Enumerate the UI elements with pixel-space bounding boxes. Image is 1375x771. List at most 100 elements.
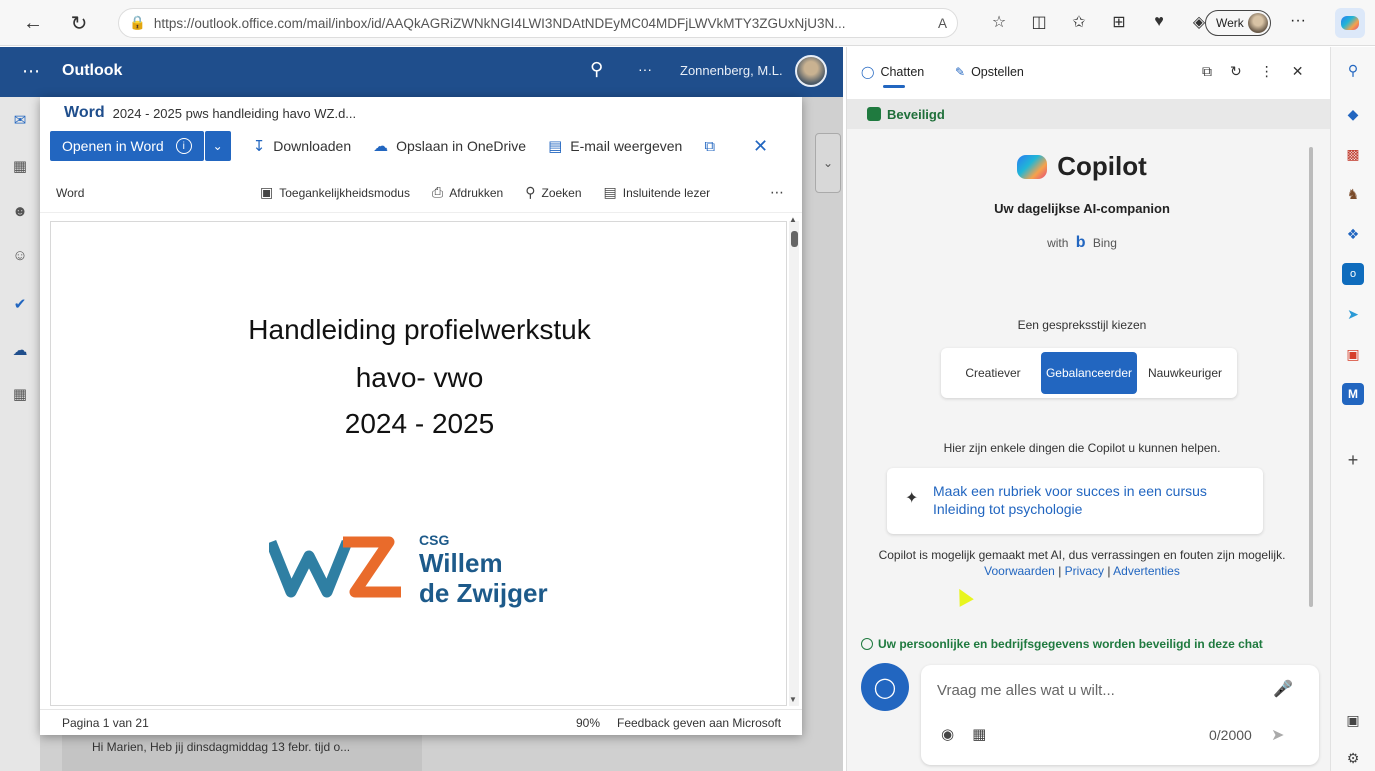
m-app-icon[interactable]: M	[1342, 383, 1364, 405]
char-counter: 0/2000	[1209, 727, 1252, 743]
copilot-name: Copilot	[1057, 151, 1147, 181]
sidebar-layout-icon[interactable]: ▣	[1342, 709, 1364, 731]
scrollbar-thumb[interactable]	[791, 231, 798, 247]
wz-logo-icon	[265, 536, 401, 598]
copilot-pane: ◯ Chatten ✎ Opstellen ⧉ ↻ ⋮ ✕ Beveiligd …	[846, 47, 1331, 771]
with-label: with	[1047, 236, 1069, 250]
url-text: https://outlook.office.com/mail/inbox/id…	[153, 15, 846, 31]
search-icon[interactable]: ⚲	[1342, 59, 1364, 81]
more-icon[interactable]: ···	[638, 61, 652, 77]
app-launcher-icon[interactable]: ⋯	[22, 61, 40, 82]
tab-compose-label: Opstellen	[971, 65, 1024, 79]
avatar[interactable]	[795, 55, 827, 87]
groups-icon[interactable]: ☺	[10, 247, 30, 267]
address-bar[interactable]: 🔒 https://outlook.office.com/mail/inbox/…	[118, 8, 958, 38]
tab-compose[interactable]: ✎ Opstellen	[955, 65, 1024, 79]
save-onedrive-button[interactable]: ☁ Opslaan in OneDrive	[373, 137, 526, 155]
people-icon[interactable]: ☻	[10, 203, 30, 223]
browser-essentials-icon[interactable]: ♥	[1145, 8, 1173, 36]
apps-icon[interactable]: ▦	[10, 385, 30, 405]
print-button[interactable]: ⎙ Afdrukken	[432, 184, 503, 201]
shield-icon	[867, 107, 881, 121]
info-icon[interactable]: i	[175, 138, 192, 154]
copilot-brand: Copilot	[847, 151, 1317, 182]
lock-icon: 🔒	[129, 15, 146, 30]
suggestion-card[interactable]: ✦ Maak een rubriek voor succes in een cu…	[887, 468, 1263, 534]
doc-title-line-3: 2024 - 2025	[344, 408, 495, 439]
scrollbar-thumb[interactable]	[1309, 147, 1313, 607]
send-icon[interactable]: ➤	[1271, 725, 1284, 745]
document-page[interactable]: Handleiding profielwerkstuk havo- vwo 20…	[50, 221, 787, 706]
chevron-down-icon[interactable]: ⌄	[204, 131, 231, 161]
new-chat-icon: ◯	[873, 676, 897, 699]
profile-button[interactable]: Werk	[1205, 10, 1271, 36]
refresh-icon[interactable]: ↻	[1230, 63, 1242, 80]
send-arrow-icon[interactable]: ➤	[1342, 303, 1364, 325]
tab-chat[interactable]: ◯ Chatten	[861, 65, 924, 79]
microphone-icon[interactable]: 🎤	[1273, 679, 1293, 699]
terms-link[interactable]: Voorwaarden	[984, 564, 1055, 578]
outlook-icon[interactable]: o	[1342, 263, 1364, 285]
ads-link[interactable]: Advertenties	[1113, 564, 1180, 578]
find-button[interactable]: ⚲ Zoeken	[525, 184, 581, 201]
message-preview[interactable]: Hi Marien, Heb jij dinsdagmiddag 13 febr…	[92, 740, 350, 754]
back-arrow-icon[interactable]: ←	[16, 6, 50, 40]
outlook-title[interactable]: Outlook	[62, 62, 122, 80]
style-precise[interactable]: Nauwkeuriger	[1137, 352, 1233, 394]
drop-icon[interactable]: ▣	[1342, 343, 1364, 365]
open-in-new-icon[interactable]: ⧉	[1202, 63, 1212, 80]
favorite-star-icon[interactable]: ☆	[985, 8, 1013, 36]
todo-icon[interactable]: ✔	[10, 295, 30, 315]
open-in-word-button[interactable]: Openen in Word i	[50, 131, 204, 161]
new-topic-button[interactable]: ◯	[861, 663, 909, 711]
games-icon[interactable]: ♞	[1342, 183, 1364, 205]
help-text: Hier zijn enkele dingen die Copilot u ku…	[943, 441, 1221, 455]
style-creative[interactable]: Creatiever	[945, 352, 1041, 394]
accessibility-label: Toegankelijkheidsmodus	[279, 185, 410, 200]
popout-button[interactable]: ⧉	[704, 138, 723, 155]
compose-icon: ✎	[955, 65, 966, 79]
mail-icon[interactable]: ✉	[10, 111, 30, 131]
chat-icon: ◯	[861, 65, 875, 79]
style-prompt: Een gespreksstijl kiezen	[1017, 318, 1147, 332]
onedrive-icon[interactable]: ☁	[10, 341, 30, 361]
chevron-down-icon[interactable]: ⌄	[815, 133, 841, 193]
refresh-icon[interactable]: ↻	[62, 6, 96, 40]
download-button[interactable]: ↧ Downloaden	[253, 137, 351, 155]
chat-input[interactable]	[937, 679, 1257, 701]
zoom-level[interactable]: 90%	[576, 716, 600, 730]
image-upload-icon[interactable]: ▦	[972, 725, 986, 743]
split-screen-icon[interactable]: ◫	[1025, 8, 1053, 36]
scroll-up-icon[interactable]: ▲	[789, 215, 797, 224]
add-icon[interactable]: +	[1342, 449, 1364, 471]
privacy-link[interactable]: Privacy	[1065, 564, 1104, 578]
file-name: 2024 - 2025 pws handleiding havo WZ.d...	[112, 105, 357, 121]
search-icon[interactable]: ⚲	[590, 59, 603, 80]
more-options-icon[interactable]: ···	[1290, 12, 1306, 30]
collections-icon[interactable]: ⊞	[1105, 8, 1133, 36]
feedback-link[interactable]: Feedback geven aan Microsoft	[617, 716, 781, 730]
cloud-icon: ☁	[373, 138, 389, 155]
screenshot-icon[interactable]: ◉	[941, 725, 954, 743]
copilot-toolbar-button[interactable]	[1335, 8, 1365, 38]
scrollbar[interactable]	[789, 221, 799, 706]
show-email-button[interactable]: ▤ E-mail weergeven	[548, 137, 682, 155]
immersive-reader-button[interactable]: ▤ Insluitende lezer	[604, 184, 711, 201]
style-balanced[interactable]: Gebalanceerder	[1041, 352, 1137, 394]
calendar-icon[interactable]: ▦	[10, 157, 30, 177]
scroll-down-icon[interactable]: ▼	[789, 695, 797, 704]
more-icon[interactable]: ⋮	[1260, 63, 1274, 80]
close-icon[interactable]: ✕	[1292, 63, 1304, 80]
accessibility-mode-button[interactable]: ▣ Toegankelijkheidsmodus	[260, 184, 410, 201]
read-aloud-icon[interactable]: A	[938, 16, 947, 31]
favorites-icon[interactable]: ✩	[1065, 8, 1093, 36]
office-icon[interactable]: ❖	[1342, 223, 1364, 245]
link-separator: |	[1058, 564, 1062, 578]
chat-input-box: 🎤 ◉ ▦ 0/2000 ➤	[921, 665, 1319, 765]
tools-icon[interactable]: ▩	[1342, 143, 1364, 165]
settings-gear-icon[interactable]: ⚙	[1342, 747, 1364, 769]
print-label: Afdrukken	[449, 185, 504, 200]
shopping-tag-icon[interactable]: ◆	[1342, 103, 1364, 125]
more-icon[interactable]: ⋯	[770, 184, 784, 201]
close-icon[interactable]: ✕	[753, 136, 768, 157]
